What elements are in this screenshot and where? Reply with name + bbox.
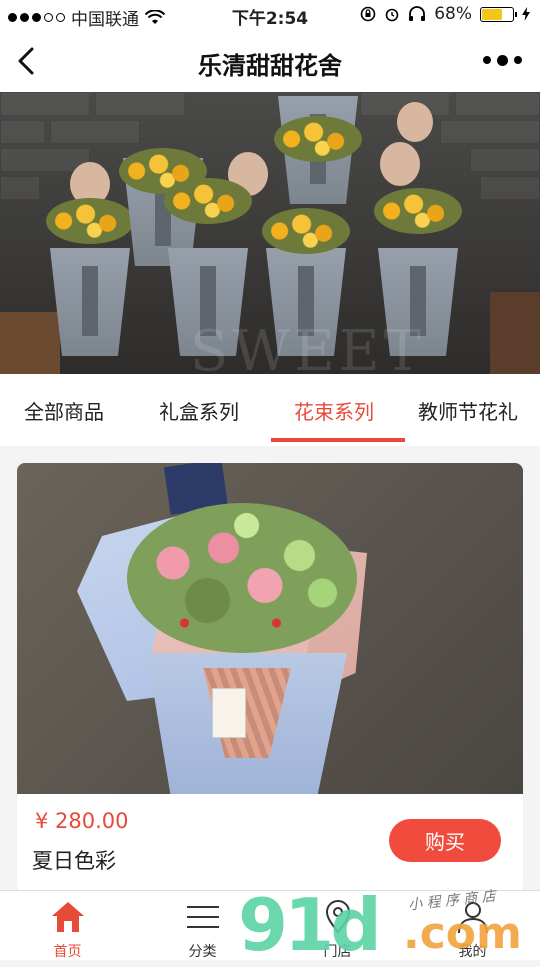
location-icon	[325, 900, 350, 934]
status-bar: 中国联通 下午2:54 68%	[0, 0, 540, 30]
menu-icon	[186, 906, 219, 928]
charging-icon	[522, 7, 530, 21]
tabbar-item-category[interactable]: 分类	[135, 891, 270, 961]
category-tabs: 全部商品 礼盒系列 花束系列 教师节花礼	[0, 374, 540, 446]
tabbar-label-profile: 我的	[458, 944, 487, 960]
battery-percent: 68%	[434, 4, 472, 24]
product-price: ¥ 280.00	[35, 809, 129, 833]
user-icon	[457, 902, 488, 934]
tab-gift-box[interactable]: 礼盒系列	[159, 396, 239, 425]
tab-teachers-day[interactable]: 教师节花礼	[418, 396, 518, 425]
buy-button[interactable]: 购买	[389, 819, 501, 862]
tabbar-item-store[interactable]: 门店	[270, 891, 405, 961]
battery-fill	[482, 8, 503, 20]
product-name: 夏日色彩	[32, 849, 116, 873]
product-image[interactable]	[17, 463, 523, 794]
tabbar-label-category: 分类	[188, 944, 217, 960]
more-options-icon[interactable]	[483, 54, 522, 66]
home-icon	[51, 902, 84, 932]
price-tag-image	[212, 688, 246, 738]
tab-all-products[interactable]: 全部商品	[24, 396, 104, 425]
tabbar-item-home[interactable]: 首页	[0, 891, 135, 961]
tabbar-label-home: 首页	[53, 944, 82, 960]
banner-image[interactable]: SWEET	[0, 92, 540, 374]
tabbar-label-store: 门店	[323, 944, 352, 960]
banner-watermark: SWEET	[190, 319, 426, 374]
active-tab-indicator	[271, 438, 405, 442]
headphones-icon	[409, 6, 426, 21]
tabbar-item-profile[interactable]: 我的	[405, 891, 540, 961]
tab-bouquet[interactable]: 花束系列	[294, 396, 374, 425]
nav-bar: 乐清甜甜花舍	[0, 30, 540, 92]
lock-rotation-icon	[360, 6, 376, 22]
bottom-tab-bar: 首页 分类 门店 我的	[0, 890, 540, 960]
wooden-furniture	[490, 292, 540, 374]
product-card[interactable]: ¥ 280.00 夏日色彩 购买	[17, 463, 523, 893]
page-title: 乐清甜甜花舍	[198, 52, 342, 80]
alarm-icon	[385, 8, 399, 22]
battery-icon	[480, 6, 517, 22]
status-right: 68%	[360, 4, 530, 24]
